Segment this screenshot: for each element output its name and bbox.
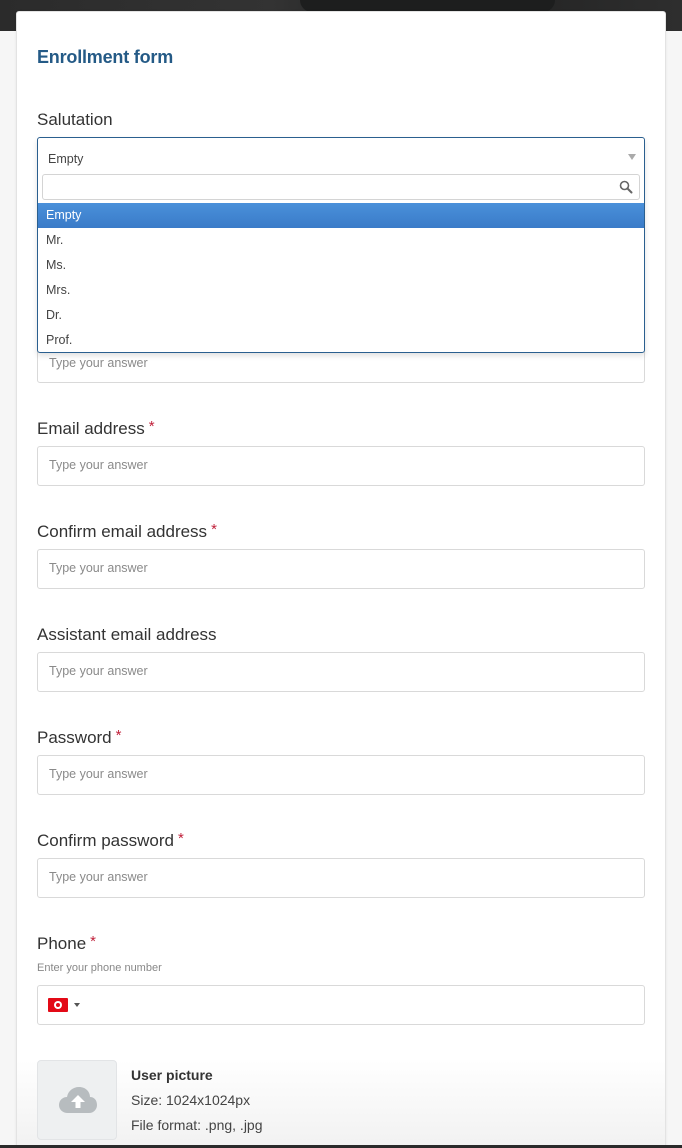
form-title: Enrollment form xyxy=(37,47,174,67)
password-label-text: Password xyxy=(37,728,112,747)
upload-title: User picture xyxy=(131,1067,213,1083)
assistant-email-label: Assistant email address xyxy=(37,625,217,644)
confirm-email-placeholder: Type your answer xyxy=(49,561,148,575)
phone-label: Phone * xyxy=(37,933,97,954)
required-marker: * xyxy=(115,727,122,744)
option-mrs[interactable]: Mrs. xyxy=(38,278,644,303)
email-placeholder: Type your answer xyxy=(49,458,148,472)
assistant-email-input[interactable]: Type your answer xyxy=(37,652,645,692)
salutation-label: Salutation xyxy=(37,110,113,129)
confirm-email-label: Confirm email address * xyxy=(37,521,217,542)
assistant-email-placeholder: Type your answer xyxy=(49,664,148,678)
confirm-password-label-text: Confirm password xyxy=(37,831,174,850)
password-label: Password * xyxy=(37,727,122,748)
country-caret-icon[interactable] xyxy=(74,1003,80,1007)
confirm-email-input[interactable]: Type your answer xyxy=(37,549,645,589)
option-ms[interactable]: Ms. xyxy=(38,253,644,278)
required-marker: * xyxy=(90,933,97,950)
confirm-password-placeholder: Type your answer xyxy=(49,870,148,884)
upload-format: File format: .png, .jpg xyxy=(131,1117,263,1133)
option-prof[interactable]: Prof. xyxy=(38,328,644,353)
search-icon xyxy=(619,180,633,194)
password-placeholder: Type your answer xyxy=(49,767,148,781)
confirm-password-label: Confirm password * xyxy=(37,830,184,851)
salutation-current-value: Empty xyxy=(48,152,84,166)
user-picture-upload[interactable] xyxy=(37,1060,117,1140)
email-label-text: Email address xyxy=(37,419,145,438)
option-mr[interactable]: Mr. xyxy=(38,228,644,253)
phone-label-text: Phone xyxy=(37,934,87,953)
required-marker: * xyxy=(211,521,217,538)
field-placeholder: Type your answer xyxy=(49,356,148,370)
phone-hint: Enter your phone number xyxy=(37,962,162,974)
email-label: Email address * xyxy=(37,418,155,439)
confirm-email-label-text: Confirm email address xyxy=(37,522,208,541)
required-marker: * xyxy=(148,418,155,435)
email-input[interactable]: Type your answer xyxy=(37,446,645,486)
phone-input[interactable] xyxy=(37,985,645,1025)
upload-size: Size: 1024x1024px xyxy=(131,1092,251,1108)
required-marker: * xyxy=(178,830,184,847)
dropdown-caret-icon[interactable] xyxy=(628,154,636,160)
password-input[interactable]: Type your answer xyxy=(37,755,645,795)
confirm-password-input[interactable]: Type your answer xyxy=(37,858,645,898)
salutation-select[interactable]: Empty Empty Mr. Ms. Mrs. Dr. Prof. xyxy=(37,137,645,353)
salutation-options-list: Empty Mr. Ms. Mrs. Dr. Prof. xyxy=(38,203,644,353)
salutation-search-input[interactable] xyxy=(42,174,640,200)
option-empty[interactable]: Empty xyxy=(38,203,644,228)
option-dr[interactable]: Dr. xyxy=(38,303,644,328)
cloud-upload-icon xyxy=(59,1087,97,1113)
tunisia-flag-icon[interactable] xyxy=(48,998,68,1012)
